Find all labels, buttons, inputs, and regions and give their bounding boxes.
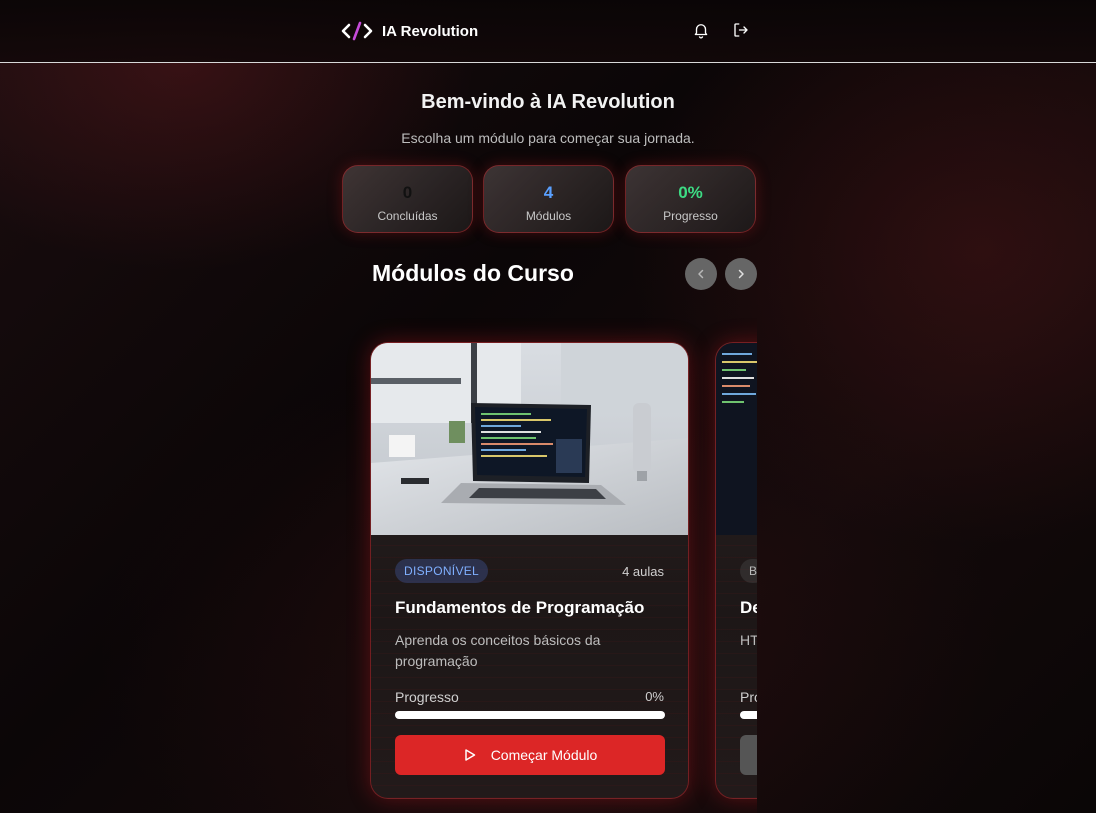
progress-bar (740, 711, 757, 719)
stat-value: 0% (678, 183, 703, 202)
progress-bar (395, 711, 665, 719)
module-title: Fundamentos de Programação (395, 598, 645, 617)
module-title: De (740, 598, 757, 617)
progress-label: Progresso (395, 689, 459, 705)
carousel-next-button[interactable] (725, 258, 757, 290)
carousel-prev-button[interactable] (685, 258, 717, 290)
module-description: Aprenda os conceitos básicos da programa… (395, 632, 601, 669)
start-module-label: Começar Módulo (490, 747, 598, 763)
chevron-left-icon (698, 269, 704, 279)
stat-value: 0 (402, 183, 413, 202)
code-icon (341, 21, 373, 41)
section-title: Módulos do Curso (372, 260, 574, 286)
brand-name: IA Revolution (382, 22, 479, 40)
chevron-right-icon (738, 269, 744, 279)
top-navbar: IA Revolution (0, 0, 1096, 63)
module-card[interactable]: B De HT mo Pro (715, 342, 757, 799)
module-image-code-screen (716, 343, 757, 535)
welcome-title: Bem-vindo à IA Revolution (421, 91, 675, 113)
module-card[interactable]: DISPONÍVEL 4 aulas Fundamentos de Progra… (370, 342, 689, 799)
status-badge: B (740, 559, 757, 583)
status-badge: DISPONÍVEL (395, 559, 489, 583)
stat-label: Concluídas (377, 209, 438, 223)
start-module-button[interactable] (740, 735, 757, 775)
modules-carousel[interactable]: DISPONÍVEL 4 aulas Fundamentos de Progra… (340, 300, 757, 813)
bell-icon[interactable] (692, 21, 710, 39)
module-description: HT mo (740, 632, 757, 648)
play-icon (464, 749, 475, 761)
stat-card-modules: 4 Módulos (483, 165, 614, 233)
welcome-subtitle: Escolha um módulo para começar sua jorna… (401, 130, 695, 146)
start-module-button[interactable]: Começar Módulo (395, 735, 665, 775)
stat-label: Módulos (525, 209, 572, 223)
brand-logo[interactable]: IA Revolution (340, 20, 478, 42)
stat-card-completed: 0 Concluídas (342, 165, 473, 233)
progress-value: 0% (645, 689, 664, 704)
stat-card-progress: 0% Progresso (625, 165, 756, 233)
progress-label: Pro (740, 689, 757, 705)
lesson-count: 4 aulas (622, 564, 664, 579)
stat-label: Progresso (663, 209, 718, 223)
stat-value: 4 (543, 183, 554, 202)
logout-icon[interactable] (732, 21, 750, 39)
module-image-laptop (371, 343, 688, 535)
